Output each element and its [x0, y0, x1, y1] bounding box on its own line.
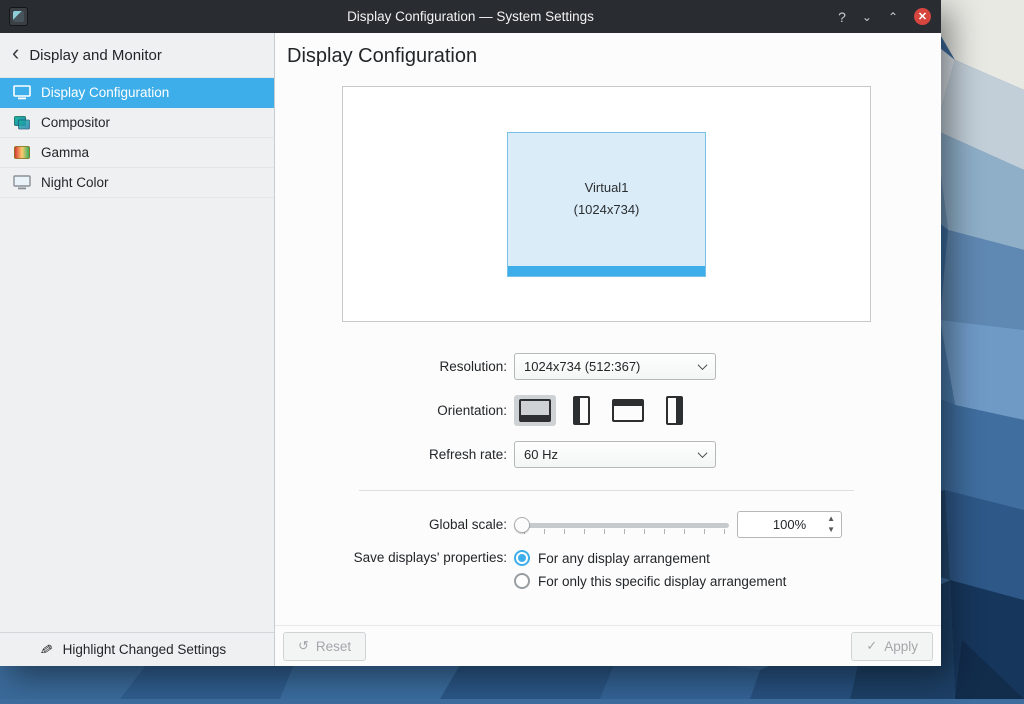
save-properties-options: For any display arrangement For only thi… [514, 550, 786, 589]
apply-label: Apply [884, 639, 918, 654]
apply-button[interactable]: ✓ Apply [851, 632, 933, 661]
resolution-value: 1024x734 (512:367) [524, 359, 640, 374]
refresh-rate-row: Refresh rate: 60 Hz [275, 441, 941, 468]
sidebar-category-label: Display and Monitor [29, 47, 162, 64]
radio-specific-arrangement[interactable]: For only this specific display arrangeme… [514, 573, 786, 589]
monitor-resolution: (1024x734) [574, 202, 640, 217]
radio-label: For only this specific display arrangeme… [538, 574, 786, 589]
close-button[interactable]: ✕ [914, 8, 931, 25]
highlight-changed-settings-button[interactable]: ✎ Highlight Changed Settings [0, 632, 274, 666]
page-title: Display Configuration [275, 33, 941, 68]
refresh-rate-label: Refresh rate: [275, 447, 514, 462]
spin-up-icon[interactable]: ▲ [827, 513, 835, 524]
resolution-dropdown[interactable]: 1024x734 (512:367) [514, 353, 716, 380]
landscape-monitor-icon [519, 399, 551, 422]
gamma-icon [12, 145, 32, 161]
window-body: ‹ Display and Monitor Display Configurat… [0, 33, 941, 666]
save-properties-label: Save displays' properties: [275, 550, 514, 565]
orientation-landscape-flipped-button[interactable] [607, 395, 649, 426]
refresh-rate-value: 60 Hz [524, 447, 558, 462]
resolution-row: Resolution: 1024x734 (512:367) [275, 353, 941, 380]
global-scale-slider[interactable] [514, 515, 729, 535]
window-controls: ? ⌄ ⌃ ✕ [838, 0, 931, 33]
sidebar-item-night-color[interactable]: Night Color [0, 168, 274, 198]
sidebar-item-label: Gamma [41, 145, 89, 160]
monitor-panel-bar [508, 266, 705, 276]
sidebar-item-gamma[interactable]: Gamma [0, 138, 274, 168]
titlebar[interactable]: Display Configuration — System Settings … [0, 0, 941, 33]
orientation-options [514, 392, 688, 429]
apply-icon: ✓ [866, 638, 877, 654]
form-divider [359, 490, 854, 491]
radio-button-unchecked[interactable] [514, 573, 530, 589]
slider-handle[interactable] [514, 517, 530, 533]
main-panel: Display Configuration Virtual1 (1024x734… [275, 33, 941, 666]
sidebar-item-label: Night Color [41, 175, 109, 190]
night-color-icon [12, 175, 32, 191]
system-settings-window: Display Configuration — System Settings … [0, 0, 941, 666]
global-scale-value: 100% [773, 517, 806, 532]
global-scale-row: Global scale: 100% ▲ ▼ [275, 511, 941, 538]
orientation-row: Orientation: [275, 392, 941, 429]
landscape-flipped-monitor-icon [612, 399, 644, 422]
sidebar-list: Display Configuration Compositor [0, 77, 274, 632]
monitor-name: Virtual1 [585, 180, 629, 195]
back-icon: ‹ [12, 42, 19, 64]
global-scale-label: Global scale: [275, 517, 514, 532]
maximize-button[interactable]: ⌃ [888, 11, 898, 23]
sidebar: ‹ Display and Monitor Display Configurat… [0, 33, 275, 666]
sidebar-item-display-configuration[interactable]: Display Configuration [0, 78, 274, 108]
spin-down-icon[interactable]: ▼ [827, 524, 835, 535]
radio-label: For any display arrangement [538, 551, 710, 566]
back-button[interactable]: ‹ Display and Monitor [0, 33, 274, 77]
slider-ticks [524, 529, 725, 534]
save-properties-row: Save displays' properties: For any displ… [275, 550, 941, 589]
sidebar-item-label: Display Configuration [41, 85, 169, 100]
portrait-monitor-icon [573, 396, 590, 425]
orientation-label: Orientation: [275, 403, 514, 418]
pen-icon: ✎ [39, 640, 55, 660]
chevron-down-icon [698, 360, 708, 370]
reset-button[interactable]: ↺ Reset [283, 632, 366, 661]
monitor-icon [12, 85, 32, 101]
orientation-portrait-flipped-button[interactable] [661, 392, 688, 429]
sidebar-item-compositor[interactable]: Compositor [0, 108, 274, 138]
orientation-portrait-button[interactable] [568, 392, 595, 429]
reset-label: Reset [316, 639, 351, 654]
highlight-changed-settings-label: Highlight Changed Settings [63, 642, 227, 657]
radio-any-arrangement[interactable]: For any display arrangement [514, 550, 786, 566]
refresh-rate-dropdown[interactable]: 60 Hz [514, 441, 716, 468]
reset-icon: ↺ [298, 638, 309, 654]
chevron-down-icon [698, 448, 708, 458]
display-arrangement-preview: Virtual1 (1024x734) [342, 86, 871, 322]
orientation-landscape-button[interactable] [514, 395, 556, 426]
radio-button-checked[interactable] [514, 550, 530, 566]
slider-track[interactable] [514, 523, 729, 528]
portrait-flipped-monitor-icon [666, 396, 683, 425]
display-settings-form: Resolution: 1024x734 (512:367) Orientati… [275, 353, 941, 601]
minimize-button[interactable]: ⌄ [862, 11, 872, 23]
sidebar-item-label: Compositor [41, 115, 110, 130]
close-icon: ✕ [918, 10, 927, 23]
compositor-icon [12, 115, 32, 131]
action-bar: ↺ Reset ✓ Apply [275, 625, 941, 666]
monitor-virtual1[interactable]: Virtual1 (1024x734) [507, 132, 706, 277]
spinbox-arrows: ▲ ▼ [827, 513, 835, 535]
global-scale-spinbox[interactable]: 100% ▲ ▼ [737, 511, 842, 538]
help-button[interactable]: ? [838, 10, 846, 24]
window-title: Display Configuration — System Settings [0, 9, 941, 24]
resolution-label: Resolution: [275, 359, 514, 374]
